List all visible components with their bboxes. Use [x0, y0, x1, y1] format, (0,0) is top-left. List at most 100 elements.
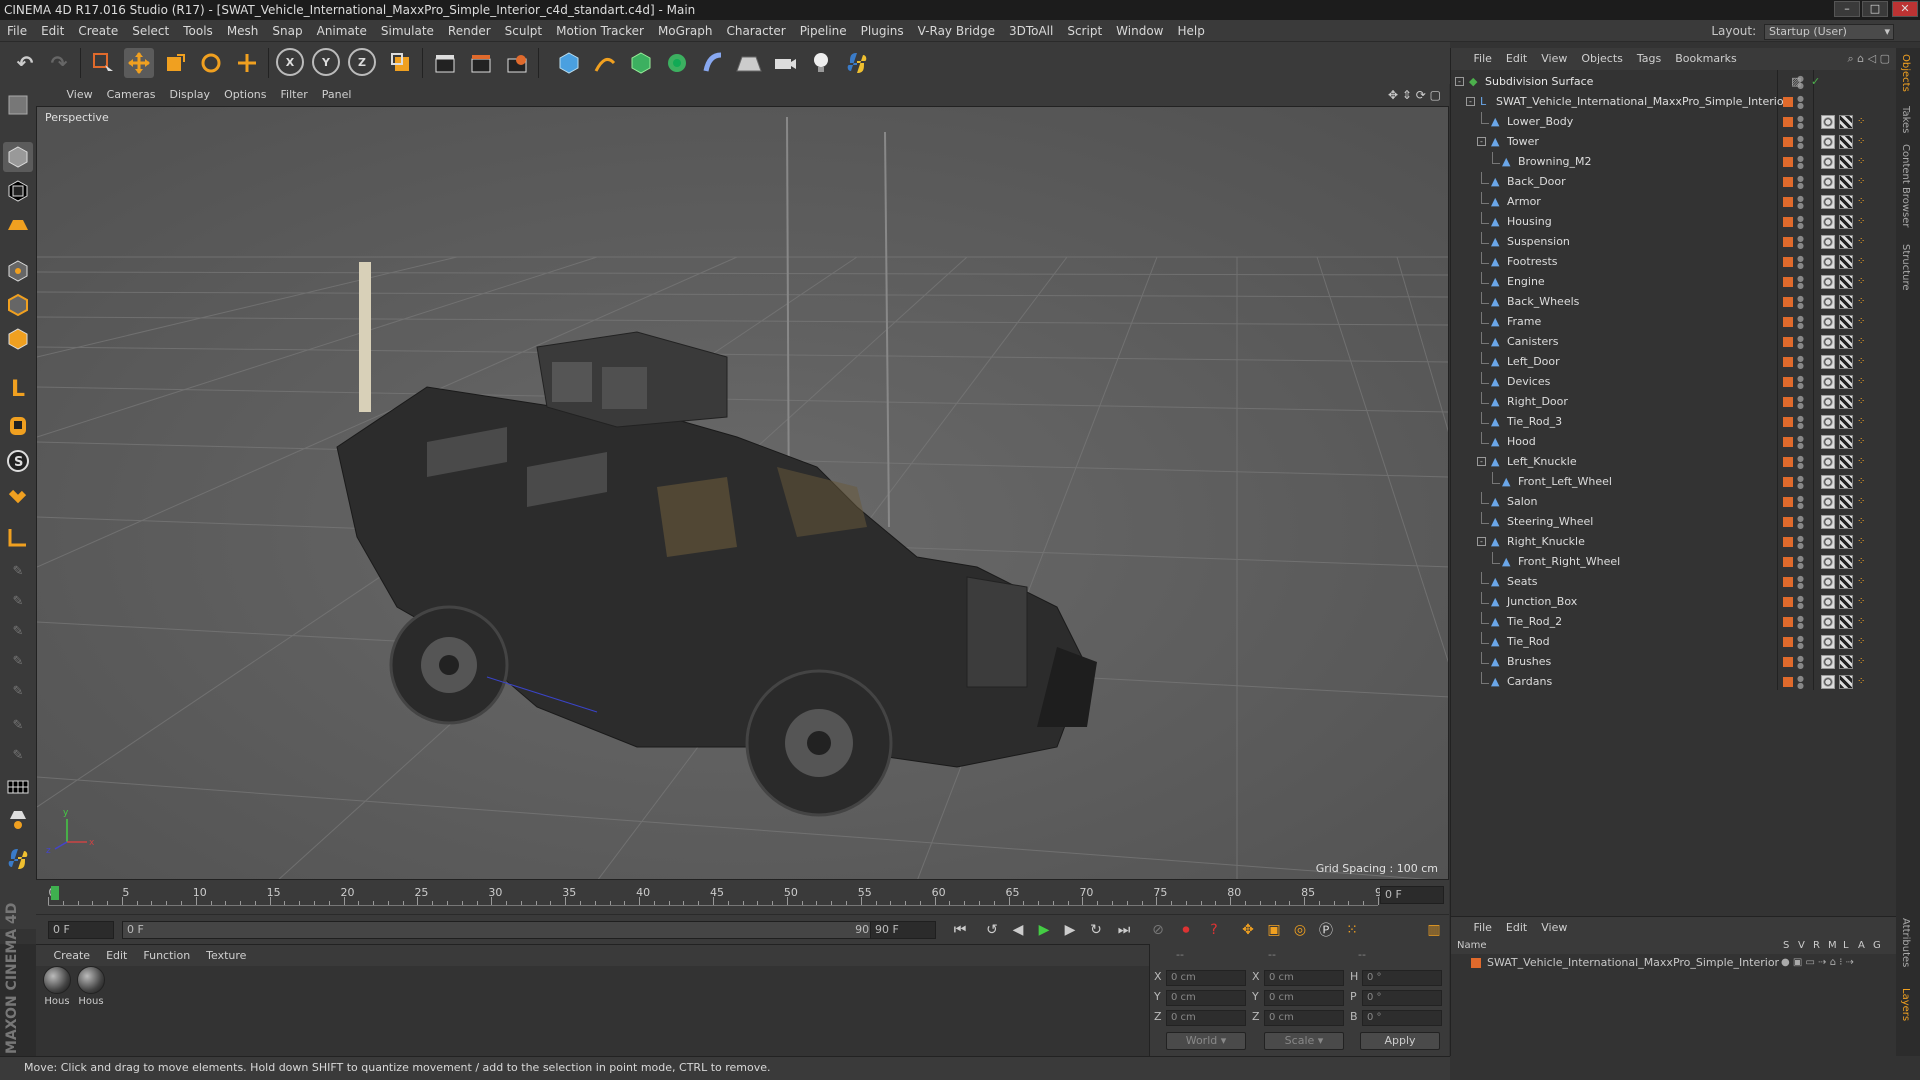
- layer-color-swatch[interactable]: [1471, 958, 1481, 968]
- menu-item-2[interactable]: Create: [71, 20, 125, 42]
- tweak-mode-button[interactable]: [3, 410, 33, 440]
- object-row[interactable]: ▲ Cardans ● ● ⁘: [1451, 672, 1896, 692]
- object-row[interactable]: ▲ Tie_Rod ● ● ⁘: [1451, 632, 1896, 652]
- layer-color-swatch[interactable]: [1783, 277, 1793, 287]
- phong-tag-icon[interactable]: ⁘: [1857, 536, 1871, 548]
- timeline-layout-button[interactable]: ▥: [1422, 919, 1446, 941]
- uvw-tag-icon[interactable]: [1839, 435, 1853, 449]
- uvw-tag-icon[interactable]: [1839, 515, 1853, 529]
- visibility-dots-icon[interactable]: ● ●: [1797, 555, 1804, 570]
- phong-tag-icon[interactable]: ⁘: [1857, 656, 1871, 668]
- layer-flag-header[interactable]: L: [1843, 938, 1849, 954]
- uvw-tag-icon[interactable]: [1839, 495, 1853, 509]
- workplane-mode-button[interactable]: [3, 210, 33, 240]
- phong-tag-icon[interactable]: ⁘: [1857, 516, 1871, 528]
- phong-tag-icon[interactable]: ⁘: [1857, 216, 1871, 228]
- phong-tag-icon[interactable]: ⁘: [1857, 596, 1871, 608]
- visibility-dots-icon[interactable]: ● ●: [1797, 395, 1804, 410]
- texture-tag-icon[interactable]: [1821, 495, 1835, 509]
- visibility-dots-icon[interactable]: ● ●: [1797, 575, 1804, 590]
- tab-layers[interactable]: Layers: [1900, 988, 1911, 1021]
- phong-tag-icon[interactable]: ⁘: [1857, 156, 1871, 168]
- render-settings-button[interactable]: [502, 48, 532, 78]
- visibility-dots-icon[interactable]: ● ●: [1797, 135, 1804, 150]
- brush-tool-4[interactable]: ✎: [3, 646, 33, 676]
- play-button[interactable]: ▶: [1032, 919, 1056, 941]
- visibility-dots-icon[interactable]: ● ●: [1797, 95, 1804, 110]
- layer-color-swatch[interactable]: [1783, 637, 1793, 647]
- object-row[interactable]: - ▲ Left_Knuckle ● ● ⁘: [1451, 452, 1896, 472]
- viewport-menu-item-4[interactable]: Filter: [274, 84, 315, 106]
- menu-item-18[interactable]: Script: [1060, 20, 1109, 42]
- object-row[interactable]: ▲ Footrests ● ● ⁘: [1451, 252, 1896, 272]
- texture-tag-icon[interactable]: [1821, 215, 1835, 229]
- visibility-dots-icon[interactable]: ● ●: [1797, 675, 1804, 690]
- go-to-start-button[interactable]: ⏮: [948, 919, 972, 941]
- texture-tag-icon[interactable]: [1821, 235, 1835, 249]
- menu-item-17[interactable]: 3DToAll: [1002, 20, 1060, 42]
- visibility-dots-icon[interactable]: ● ●: [1797, 615, 1804, 630]
- camera-button[interactable]: [770, 48, 800, 78]
- menu-item-14[interactable]: Pipeline: [793, 20, 854, 42]
- rotation-h-field[interactable]: 0 °: [1362, 970, 1442, 986]
- scale-tool-button[interactable]: [160, 48, 190, 78]
- previous-key-button[interactable]: ↺: [980, 919, 1004, 941]
- layer-color-swatch[interactable]: [1783, 157, 1793, 167]
- phong-tag-icon[interactable]: ⁘: [1857, 196, 1871, 208]
- layer-color-swatch[interactable]: [1783, 417, 1793, 427]
- object-row[interactable]: - L SWAT_Vehicle_International_MaxxPro_Sim…: [1451, 92, 1896, 112]
- apply-button[interactable]: Apply: [1360, 1032, 1440, 1050]
- viewport-menu-item-3[interactable]: Options: [217, 84, 273, 106]
- phong-tag-icon[interactable]: ⁘: [1857, 256, 1871, 268]
- object-row[interactable]: ▲ Armor ● ● ⁘: [1451, 192, 1896, 212]
- texture-tag-icon[interactable]: [1821, 635, 1835, 649]
- texture-tag-icon[interactable]: [1821, 555, 1835, 569]
- expand-toggle-icon[interactable]: -: [1466, 97, 1475, 106]
- visibility-dots-icon[interactable]: ● ●: [1797, 635, 1804, 650]
- phong-tag-icon[interactable]: ⁘: [1857, 636, 1871, 648]
- visibility-dots-icon[interactable]: ● ●: [1797, 275, 1804, 290]
- object-menu-item-3[interactable]: Objects: [1574, 48, 1630, 70]
- axis-mode-button[interactable]: L: [3, 374, 33, 404]
- visibility-dots-icon[interactable]: ● ●: [1797, 515, 1804, 530]
- uvw-tag-icon[interactable]: [1839, 115, 1853, 129]
- object-row[interactable]: ▲ Canisters ● ● ⁘: [1451, 332, 1896, 352]
- python-button[interactable]: [842, 48, 872, 78]
- phong-tag-icon[interactable]: ⁘: [1857, 356, 1871, 368]
- cube-object-button[interactable]: [554, 48, 584, 78]
- texture-tag-icon[interactable]: [1821, 655, 1835, 669]
- search-icon[interactable]: ⌕ ⌂ ◁ ▢: [1848, 48, 1891, 70]
- phong-tag-icon[interactable]: ⁘: [1857, 676, 1871, 688]
- texture-tag-icon[interactable]: [1821, 195, 1835, 209]
- brush-tool-2[interactable]: ✎: [3, 586, 33, 616]
- object-row[interactable]: ▲ Engine ● ● ⁘: [1451, 272, 1896, 292]
- texture-tag-icon[interactable]: [1821, 515, 1835, 529]
- visibility-dots-icon[interactable]: ● ●: [1797, 375, 1804, 390]
- menu-item-20[interactable]: Help: [1170, 20, 1211, 42]
- object-row[interactable]: ▲ Back_Door ● ● ⁘: [1451, 172, 1896, 192]
- layer-color-swatch[interactable]: [1783, 377, 1793, 387]
- layer-color-swatch[interactable]: [1783, 557, 1793, 567]
- light-button[interactable]: [806, 48, 836, 78]
- texture-tag-icon[interactable]: [1821, 315, 1835, 329]
- key-parameter-button[interactable]: Ⓟ: [1314, 919, 1338, 941]
- phong-tag-icon[interactable]: ⁘: [1857, 236, 1871, 248]
- object-menu-item-2[interactable]: View: [1534, 48, 1574, 70]
- viewport-menu-item-0[interactable]: View: [60, 84, 100, 106]
- phong-tag-icon[interactable]: ⁘: [1857, 556, 1871, 568]
- visibility-dots-icon[interactable]: ● ●: [1797, 495, 1804, 510]
- texture-tag-icon[interactable]: [1821, 155, 1835, 169]
- render-picture-viewer-button[interactable]: [466, 48, 496, 78]
- layer-color-swatch[interactable]: [1783, 517, 1793, 527]
- material-menu-item-0[interactable]: Create: [46, 945, 99, 967]
- uvw-tag-icon[interactable]: [1839, 335, 1853, 349]
- object-row[interactable]: ▲ Back_Wheels ● ● ⁘: [1451, 292, 1896, 312]
- layer-color-swatch[interactable]: [1783, 617, 1793, 627]
- phong-tag-icon[interactable]: ⁘: [1857, 116, 1871, 128]
- texture-tag-icon[interactable]: [1821, 355, 1835, 369]
- start-frame-field[interactable]: 0 F: [48, 921, 114, 939]
- rotation-b-field[interactable]: 0 °: [1362, 1010, 1442, 1026]
- menu-item-15[interactable]: Plugins: [854, 20, 911, 42]
- previous-frame-button[interactable]: ◀: [1006, 919, 1030, 941]
- make-editable-button[interactable]: [3, 90, 33, 120]
